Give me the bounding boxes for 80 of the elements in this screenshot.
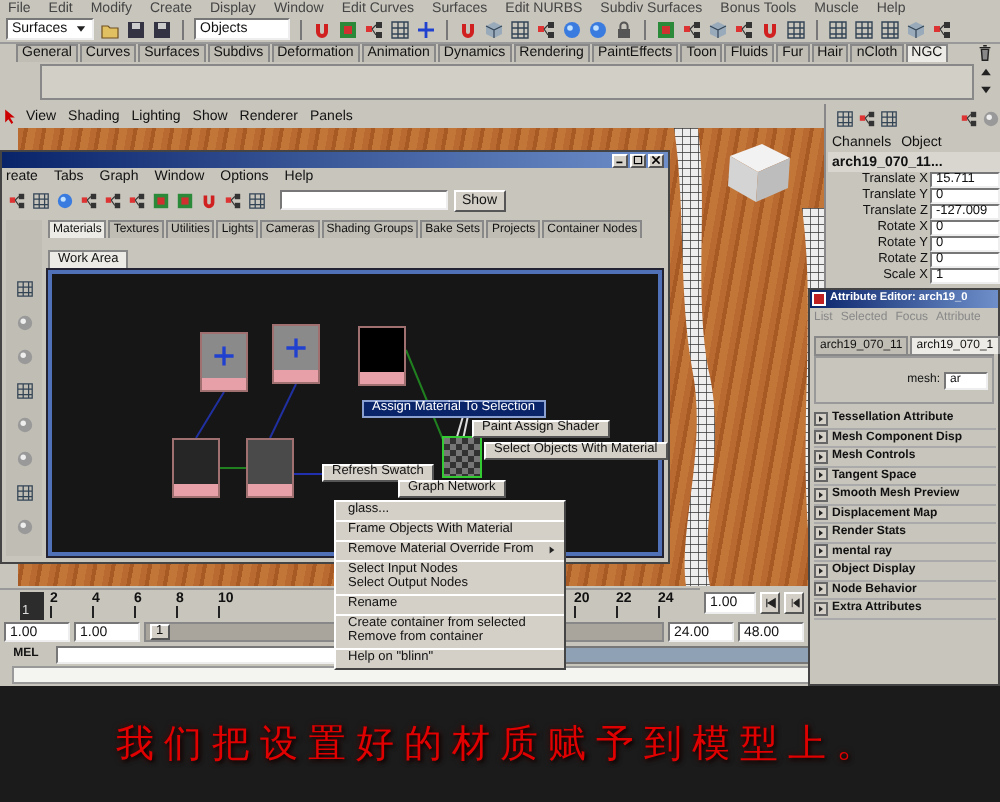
swatch-icon[interactable] — [338, 19, 358, 39]
cube-icon[interactable] — [906, 19, 926, 39]
close-icon — [650, 154, 662, 166]
sphere-icon[interactable] — [588, 19, 608, 39]
select-arrow-icon[interactable] — [1, 108, 17, 124]
grid-icon[interactable] — [880, 19, 900, 39]
scroll-down-icon[interactable] — [978, 82, 994, 98]
connection-line — [269, 383, 297, 439]
go-to-start-button[interactable] — [760, 592, 780, 614]
texture-placement-node[interactable] — [200, 332, 248, 392]
expand-arrow-icon — [814, 601, 828, 616]
cube-drawing — [728, 144, 790, 202]
lock-icon[interactable] — [614, 19, 634, 39]
node-icon[interactable] — [104, 191, 122, 209]
grid-icon[interactable] — [786, 19, 806, 39]
expand-arrow-icon — [814, 506, 828, 521]
connection-line — [195, 391, 225, 439]
node-icon[interactable] — [682, 19, 702, 39]
grid-icon[interactable] — [15, 484, 33, 502]
skip-back-icon — [763, 596, 777, 610]
grid-icon[interactable] — [880, 109, 898, 127]
material-node[interactable] — [442, 436, 482, 478]
node-icon[interactable] — [858, 109, 876, 127]
expand-arrow-icon — [814, 525, 828, 540]
grid-icon[interactable] — [32, 191, 50, 209]
grid-icon[interactable] — [15, 280, 33, 298]
minimize-button[interactable] — [612, 153, 628, 167]
trash-icon[interactable] — [976, 44, 994, 62]
grid-icon[interactable] — [390, 19, 410, 39]
app-icon — [812, 292, 826, 306]
node-icon[interactable] — [364, 19, 384, 39]
maximize-button[interactable] — [630, 153, 646, 167]
expand-arrow-icon — [814, 430, 828, 445]
cube-icon[interactable] — [708, 19, 728, 39]
connection-line — [293, 473, 323, 475]
magnet-icon[interactable] — [312, 19, 332, 39]
expand-arrow-icon — [814, 563, 828, 578]
close-button[interactable] — [648, 153, 664, 167]
sphere-icon[interactable] — [56, 191, 74, 209]
node-icon[interactable] — [960, 109, 978, 127]
step-back-icon — [787, 596, 801, 610]
maximize-icon — [632, 154, 644, 166]
node-icon[interactable] — [536, 19, 556, 39]
expand-arrow-icon — [814, 468, 828, 483]
node-icon[interactable] — [734, 19, 754, 39]
node-icon[interactable] — [8, 191, 26, 209]
search-field[interactable] — [280, 190, 448, 210]
expand-arrow-icon — [814, 411, 828, 426]
swatch-icon[interactable] — [656, 19, 676, 39]
magnet-icon[interactable] — [458, 19, 478, 39]
submenu-arrow-icon — [546, 544, 558, 557]
node-icon[interactable] — [80, 191, 98, 209]
caret-icon[interactable] — [74, 22, 88, 36]
expand-arrow-icon — [814, 582, 828, 597]
expand-arrow-icon — [814, 449, 828, 464]
expand-arrow-icon — [814, 544, 828, 559]
grid-icon[interactable] — [836, 109, 854, 127]
subtitle-text: 我们把设置好的材质赋予到模型上。 — [116, 725, 884, 763]
texture-placement-node[interactable] — [272, 324, 320, 384]
expand-arrow-icon — [814, 487, 828, 502]
node-icon[interactable] — [224, 191, 242, 209]
grid-icon[interactable] — [15, 382, 33, 400]
step-back-button[interactable] — [784, 592, 804, 614]
magnet-icon[interactable] — [760, 19, 780, 39]
connection-line — [219, 467, 247, 469]
plus-icon[interactable] — [416, 19, 436, 39]
node-icon[interactable] — [932, 19, 952, 39]
magnet-icon[interactable] — [200, 191, 218, 209]
scroll-up-icon[interactable] — [978, 64, 994, 80]
material-node[interactable] — [246, 438, 294, 498]
material-node[interactable] — [172, 438, 220, 498]
grid-icon[interactable] — [510, 19, 530, 39]
material-node[interactable] — [358, 326, 406, 386]
node-icon[interactable] — [128, 191, 146, 209]
grid-icon[interactable] — [828, 19, 848, 39]
grid-icon[interactable] — [854, 19, 874, 39]
swatch-icon[interactable] — [176, 191, 194, 209]
cube-icon[interactable] — [484, 19, 504, 39]
grid-icon[interactable] — [248, 191, 266, 209]
swatch-icon[interactable] — [152, 191, 170, 209]
